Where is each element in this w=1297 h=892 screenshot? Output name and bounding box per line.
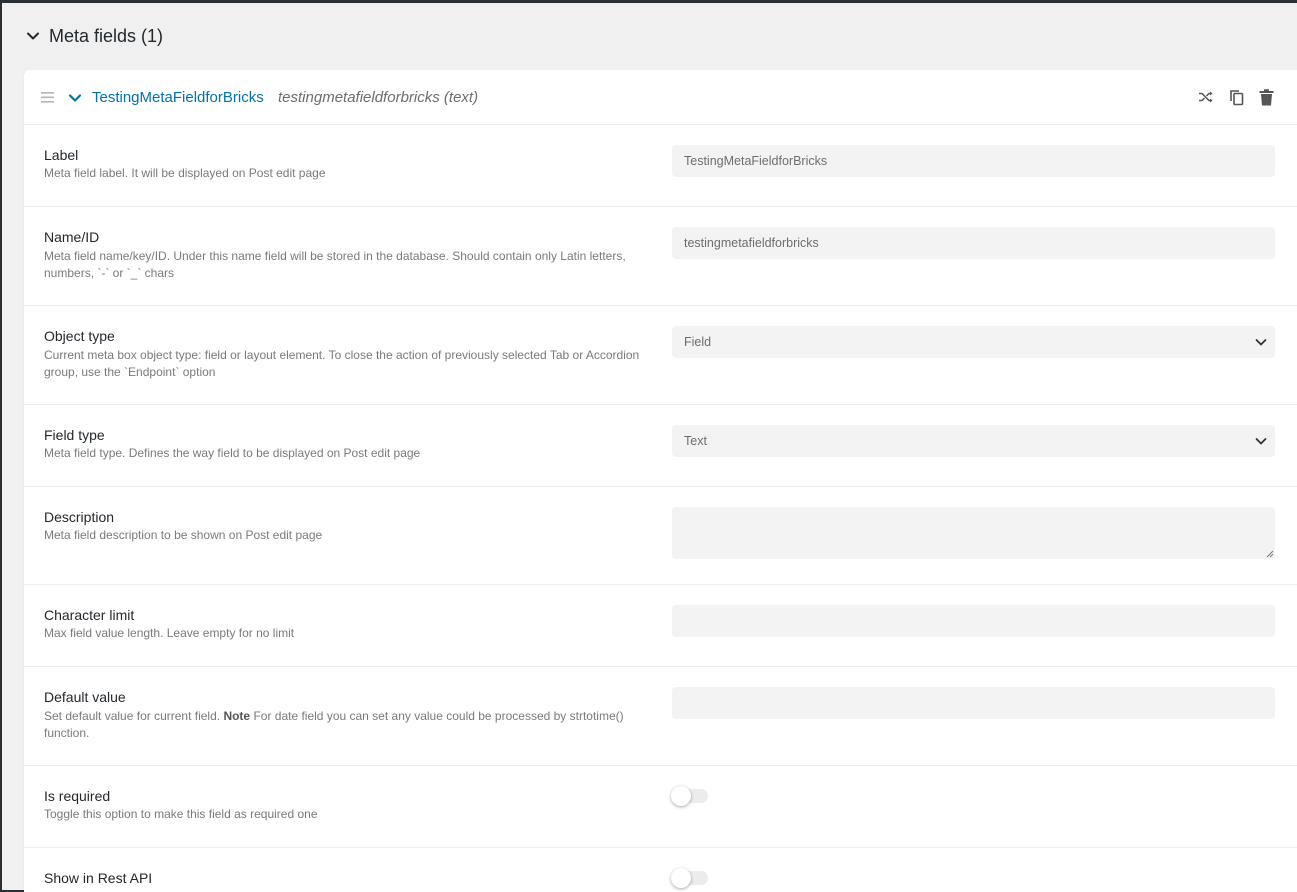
is-required-row-title: Is required [44, 788, 111, 804]
label-row-title: Label [44, 147, 79, 163]
character-limit-row-title: Character limit [44, 607, 135, 623]
is-required-row: Is required Toggle this option to make t… [24, 766, 1297, 848]
meta-field-subtitle: testingmetafieldforbricks (text) [278, 89, 479, 106]
chevron-down-icon [27, 32, 39, 40]
section-title: Meta fields (1) [49, 25, 164, 46]
is-required-toggle[interactable] [671, 786, 708, 806]
default-value-row-description: Set default value for current field. Not… [44, 708, 644, 742]
drag-handle-icon[interactable] [41, 92, 54, 103]
name-id-row-description: Meta field name/key/ID. Under this name … [44, 249, 626, 280]
window-frame-left [0, 0, 2, 892]
meta-field-header[interactable]: TestingMetaFieldforBricks testingmetafie… [24, 70, 1297, 125]
default-value-row-title: Default value [44, 689, 126, 705]
meta-field-actions [1197, 88, 1275, 106]
window-frame-top [0, 0, 1297, 3]
description-textarea[interactable] [672, 507, 1275, 559]
name-id-row: Name/ID Meta field name/key/ID. Under th… [24, 207, 1297, 306]
name-id-input[interactable]: testingmetafieldforbricks [672, 227, 1275, 259]
label-row: Label Meta field label. It will be displ… [24, 125, 1297, 207]
chevron-down-icon [1255, 438, 1267, 445]
description-row-title: Description [44, 509, 115, 525]
show-in-rest-api-row-title: Show in Rest API [44, 870, 153, 886]
character-limit-row-description: Max field value length. Leave empty for … [44, 626, 295, 640]
default-value-note-label: Note [223, 709, 251, 723]
field-type-selected-value: Text [684, 434, 707, 448]
is-required-row-description: Toggle this option to make this field as… [44, 807, 318, 821]
name-id-row-title: Name/ID [44, 229, 100, 245]
description-row-description: Meta field description to be shown on Po… [44, 528, 323, 542]
show-in-rest-api-row: Show in Rest API [24, 848, 1297, 892]
field-type-row-title: Field type [44, 427, 105, 443]
object-type-row: Object type Current meta box object type… [24, 306, 1297, 405]
object-type-selected-value: Field [684, 335, 712, 349]
default-value-row: Default value Set default value for curr… [24, 667, 1297, 766]
show-in-rest-api-toggle[interactable] [671, 868, 708, 888]
default-value-desc-text: Set default value for current field. [44, 709, 224, 723]
object-type-row-description: Current meta box object type: field or l… [44, 348, 640, 379]
label-input[interactable]: TestingMetaFieldforBricks [672, 145, 1275, 177]
toggle-knob [671, 786, 691, 806]
chevron-down-icon[interactable] [68, 91, 82, 105]
label-row-description: Meta field label. It will be displayed o… [44, 166, 326, 180]
default-value-input[interactable] [672, 687, 1275, 719]
meta-fields-section-toggle[interactable]: Meta fields (1) [26, 22, 163, 50]
meta-field-card: TestingMetaFieldforBricks testingmetafie… [24, 70, 1297, 892]
copy-icon[interactable] [1227, 88, 1245, 106]
description-row: Description Meta field description to be… [24, 487, 1297, 585]
field-type-row-description: Meta field type. Defines the way field t… [44, 446, 421, 460]
trash-icon[interactable] [1257, 88, 1275, 106]
toggle-knob [671, 868, 691, 888]
shuffle-icon[interactable] [1197, 88, 1215, 106]
resize-handle-icon[interactable] [1266, 550, 1274, 558]
meta-field-title[interactable]: TestingMetaFieldforBricks [92, 89, 264, 106]
field-type-select[interactable]: Text [672, 425, 1275, 457]
field-type-row: Field type Meta field type. Defines the … [24, 405, 1297, 487]
object-type-row-title: Object type [44, 328, 115, 344]
chevron-down-icon [1255, 339, 1267, 346]
object-type-select[interactable]: Field [672, 326, 1275, 358]
character-limit-input[interactable] [672, 605, 1275, 637]
character-limit-row: Character limit Max field value length. … [24, 585, 1297, 667]
